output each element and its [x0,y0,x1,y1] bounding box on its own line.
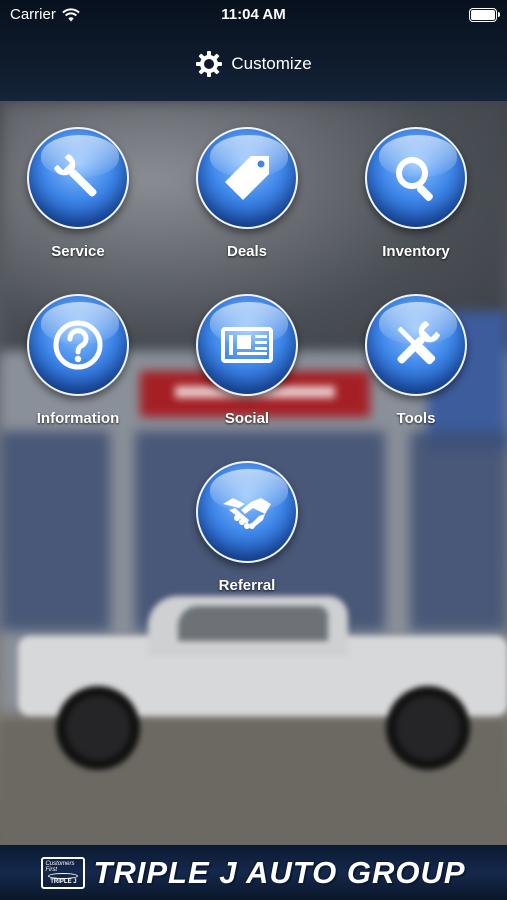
inventory-orb [365,127,467,229]
battery-icon [469,8,500,22]
menu-label: Social [224,410,270,427]
deals-orb [196,127,298,229]
badge-bottom-text: TRIPLE J [50,878,77,885]
menu-item-service[interactable]: Service [8,127,148,277]
menu-item-inventory[interactable]: Inventory [346,127,486,277]
brand-name: TRIPLE J AUTO GROUP [93,854,466,890]
referral-orb [196,461,298,563]
wrench-icon [53,153,97,197]
handshake-icon [223,498,271,529]
social-orb [196,294,298,396]
menu-label: Tools [396,410,436,427]
clock: 11:04 AM [221,6,286,23]
magnifier-icon [396,157,433,201]
menu-item-social[interactable]: Social [177,294,317,444]
brand-footer: Customers First TRIPLE J TRIPLE J AUTO G… [0,845,507,900]
customize-label: Customize [231,54,312,73]
price-tag-icon [225,156,269,200]
dealer-logo: Customers First TRIPLE J [41,856,86,889]
information-orb [27,294,129,396]
menu-item-deals[interactable]: Deals [177,127,317,277]
menu-grid: Service Deals Inventory Information Soci… [0,101,507,845]
top-bar: Carrier 11:04 AM Customize [0,0,507,101]
menu-label: Information [36,410,120,427]
gear-icon [196,51,223,77]
menu-label: Service [51,243,105,260]
menu-label: Referral [218,577,276,594]
status-bar: Carrier 11:04 AM [0,0,507,30]
menu-item-information[interactable]: Information [8,294,148,444]
menu-label: Inventory [382,243,450,260]
newspaper-icon [221,327,273,363]
badge-top-text: Customers First [45,860,75,873]
customize-button[interactable]: Customize [0,50,507,78]
question-mark-icon [53,320,103,370]
menu-item-tools[interactable]: Tools [346,294,486,444]
tools-orb [365,294,467,396]
menu-item-referral[interactable]: Referral [177,461,317,611]
wrench-screwdriver-icon [397,320,441,365]
service-orb [27,127,129,229]
menu-label: Deals [226,243,268,260]
